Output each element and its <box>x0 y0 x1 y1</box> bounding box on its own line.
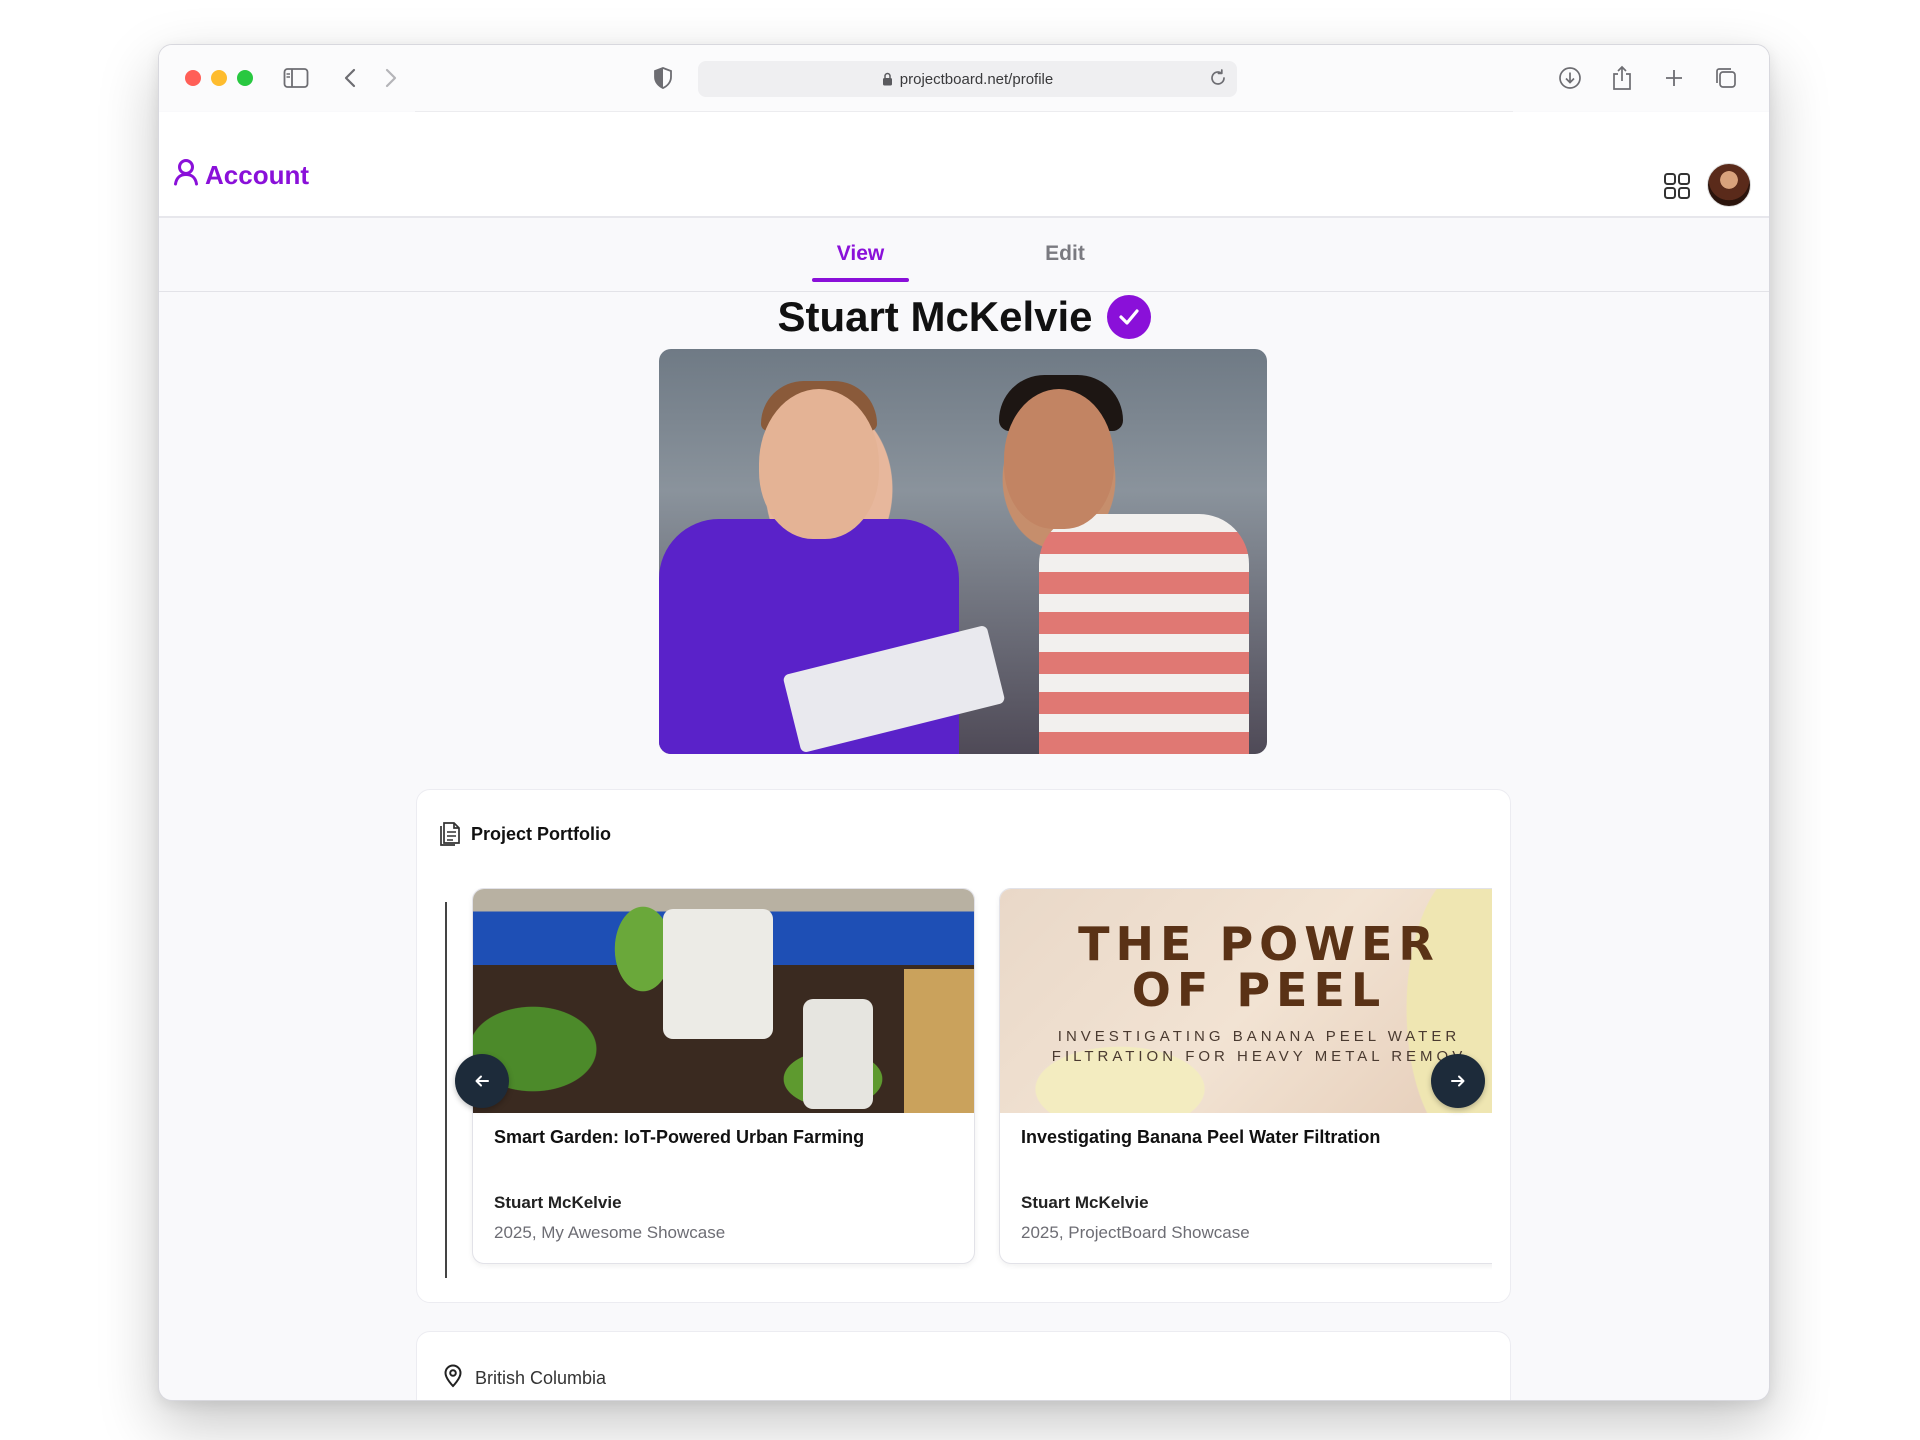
brand-label: Account <box>205 160 309 190</box>
project-card[interactable]: THE POWER OF PEEL INVESTIGATING BANANA P… <box>999 888 1492 1264</box>
documents-icon <box>437 818 471 851</box>
project-author: Stuart McKelvie <box>1021 1193 1149 1212</box>
forward-icon[interactable] <box>378 65 404 91</box>
location-pin-icon <box>443 1364 475 1393</box>
project-cover-image <box>473 889 974 1113</box>
account-brand[interactable]: Account <box>173 158 309 193</box>
project-carousel: Smart Garden: IoT-Powered Urban Farming … <box>445 888 1492 1278</box>
project-meta: 2025, My Awesome Showcase <box>494 1223 726 1242</box>
location-row: British Columbia <box>443 1364 606 1393</box>
check-icon <box>1118 309 1139 325</box>
carousel-prev-button[interactable] <box>455 1054 509 1108</box>
reload-icon[interactable] <box>1209 69 1227 87</box>
back-icon[interactable] <box>337 65 363 91</box>
project-title: Investigating Banana Peel Water Filtrati… <box>1021 1127 1381 1147</box>
arrow-right-icon <box>1451 1075 1465 1087</box>
project-card[interactable]: Smart Garden: IoT-Powered Urban Farming … <box>472 888 975 1264</box>
new-tab-icon[interactable] <box>1661 65 1687 91</box>
project-author: Stuart McKelvie <box>494 1193 622 1212</box>
tab-view[interactable]: View <box>812 242 909 282</box>
project-title: Smart Garden: IoT-Powered Urban Farming <box>494 1127 865 1147</box>
profile-name: Stuart McKelvie <box>777 293 1093 340</box>
app-header: Account <box>159 112 1769 218</box>
browser-toolbar: projectboard.net/profile <box>159 45 1769 111</box>
sidebar-icon[interactable] <box>283 65 309 91</box>
shield-icon[interactable] <box>650 65 676 91</box>
verified-badge <box>1106 295 1151 339</box>
location-card: British Columbia <box>416 1331 1511 1400</box>
profile-photo <box>659 349 1267 754</box>
profile-header: Stuart McKelvie <box>159 293 1769 341</box>
avatar[interactable] <box>1707 163 1751 207</box>
user-icon <box>173 158 205 193</box>
portfolio-title: Project Portfolio <box>471 824 612 844</box>
cover-title: THE POWER OF PEEL <box>1078 917 1440 1017</box>
previous-card-peek <box>445 902 447 1278</box>
url-text: projectboard.net/profile <box>899 70 1054 88</box>
browser-window: projectboard.net/profile Account View Ed… <box>158 44 1770 1401</box>
tabs-overview-icon[interactable] <box>1713 65 1739 91</box>
carousel-next-button[interactable] <box>1431 1054 1485 1108</box>
cover-subtitle: INVESTIGATING BANANA PEEL WATER FILTRATI… <box>1051 1028 1467 1065</box>
project-meta: 2025, ProjectBoard Showcase <box>1021 1223 1250 1242</box>
zoom-window-button[interactable] <box>237 70 253 86</box>
minimize-window-button[interactable] <box>211 70 227 86</box>
close-window-button[interactable] <box>185 70 201 86</box>
portfolio-heading: Project Portfolio <box>437 818 611 851</box>
profile-tabs: View Edit <box>159 218 1769 292</box>
address-bar[interactable]: projectboard.net/profile <box>698 61 1237 97</box>
grid-icon[interactable] <box>1663 172 1691 200</box>
location-text: British Columbia <box>475 1368 607 1388</box>
project-portfolio-card: Project Portfolio Smart Garden: IoT-Powe… <box>416 789 1511 1303</box>
share-icon[interactable] <box>1609 65 1635 91</box>
download-icon[interactable] <box>1557 65 1583 91</box>
arrow-left-icon <box>475 1075 489 1087</box>
project-cover-image: THE POWER OF PEEL INVESTIGATING BANANA P… <box>1000 889 1492 1113</box>
tab-edit[interactable]: Edit <box>1025 242 1105 266</box>
lock-icon <box>882 72 893 86</box>
